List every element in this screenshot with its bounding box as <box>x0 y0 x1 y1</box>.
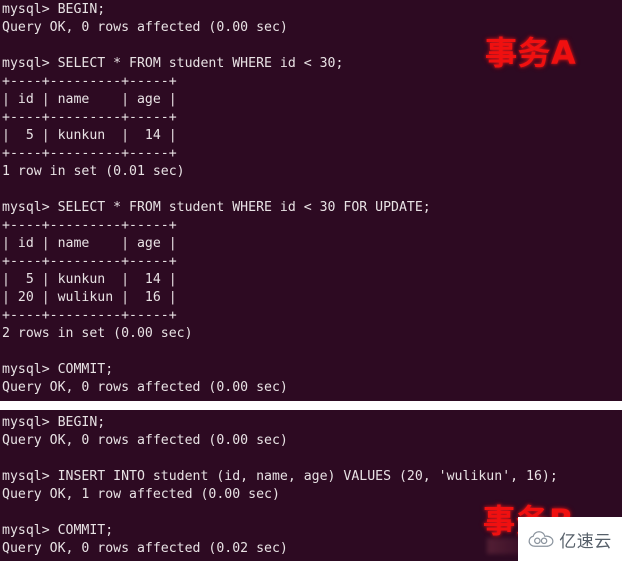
terminal-line: mysql> INSERT INTO student (id, name, ag… <box>2 469 558 484</box>
terminal-line: mysql> COMMIT; <box>2 362 114 377</box>
terminal-line: +----+---------+-----+ <box>2 308 177 323</box>
terminal-line: +----+---------+-----+ <box>2 110 177 125</box>
watermark-label: 亿速云 <box>559 531 612 552</box>
terminal-line: | id | name | age | <box>2 236 177 251</box>
terminal-line: | 5 | kunkun | 14 | <box>2 272 177 287</box>
cloud-icon <box>528 530 554 548</box>
annotation-transaction-a: 事务A <box>485 34 577 72</box>
terminal-line: mysql> BEGIN; <box>2 2 106 17</box>
screenshot-root: mysql> BEGIN; Query OK, 0 rows affected (… <box>0 0 622 561</box>
terminal-line: mysql> BEGIN; <box>2 415 106 430</box>
terminal-line: 2 rows in set (0.00 sec) <box>2 326 193 341</box>
watermark-badge: 亿速云 <box>518 517 622 561</box>
terminal-line: Query OK, 0 rows affected (0.00 sec) <box>2 433 288 448</box>
terminal-line: +----+---------+-----+ <box>2 146 177 161</box>
terminal-line: Query OK, 0 rows affected (0.00 sec) <box>2 380 288 395</box>
terminal-line: +----+---------+-----+ <box>2 254 177 269</box>
terminal-line: mysql> SELECT * FROM student WHERE id < … <box>2 200 431 215</box>
terminal-line: | 5 | kunkun | 14 | <box>2 128 177 143</box>
terminal-line: 1 row in set (0.01 sec) <box>2 164 185 179</box>
terminal-line: | id | name | age | <box>2 92 177 107</box>
terminal-line: | 20 | wulikun | 16 | <box>2 290 177 305</box>
terminal-line: +----+---------+-----+ <box>2 74 177 89</box>
terminal-line: +----+---------+-----+ <box>2 218 177 233</box>
